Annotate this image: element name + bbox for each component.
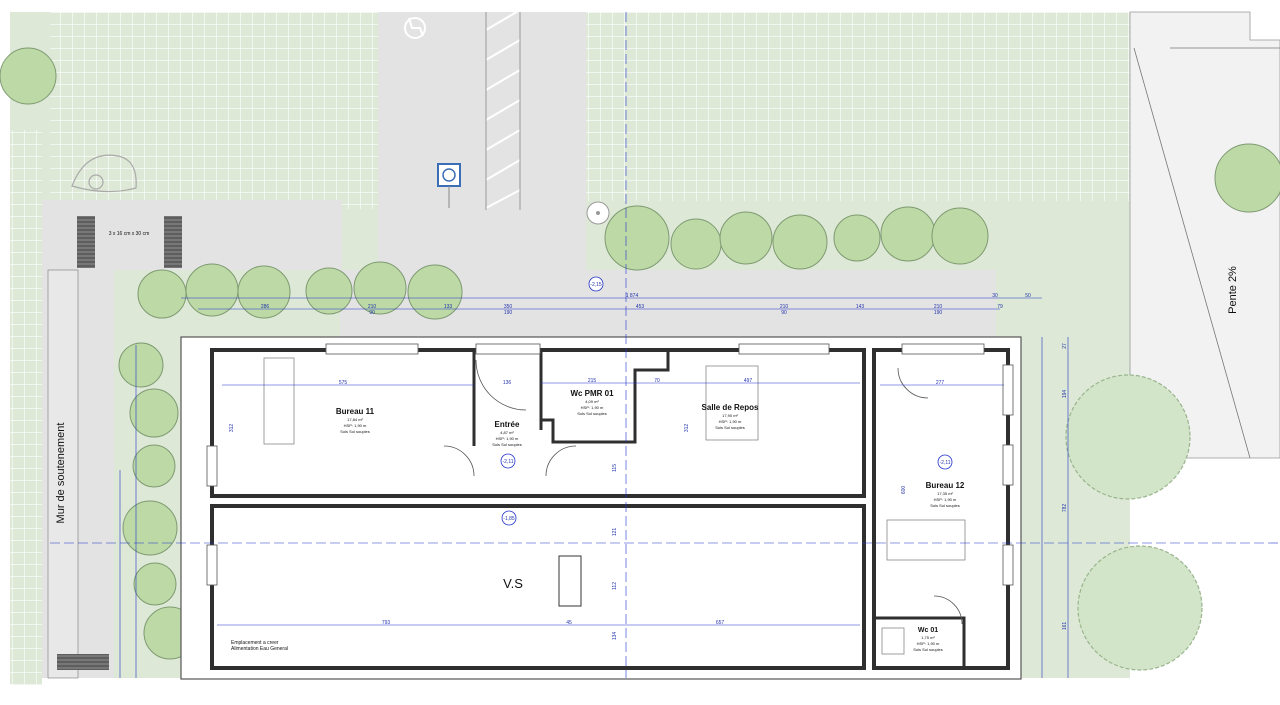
tree (931, 207, 989, 265)
drain-grate-label: 3 x 16 cm x 30 cm (109, 231, 150, 237)
dim-v-1: 312 (229, 424, 235, 433)
level-ext: -1,85 (503, 516, 515, 522)
room-entree-sol: Sols Sol souples (492, 442, 522, 447)
room-bureau12-name: Bureau 12 (926, 481, 965, 490)
dim-v-7: 600 (901, 486, 907, 495)
room-bureau11-sol: Sols Sol souples (340, 429, 370, 434)
room-wc01-sol: Sols Sol souples (913, 647, 943, 652)
tree (833, 214, 881, 262)
tree (137, 269, 187, 319)
dim-v-4: 112 (612, 582, 618, 590)
tree (1214, 143, 1280, 213)
room-wcpmr-name: Wc PMR 01 (570, 389, 614, 398)
dim-inner-b12: 277 (936, 380, 945, 386)
tree (129, 388, 179, 438)
dim-row2-9: 79 (997, 304, 1003, 310)
dim-v-8: 194 (1062, 390, 1068, 399)
tree (122, 500, 178, 556)
tree (719, 211, 773, 265)
dim-row2-1: 286 (261, 304, 270, 310)
room-bureau12-hsp: HSP: 1,90 m (934, 497, 957, 502)
tree (1065, 374, 1191, 500)
room-bureau12-sol: Sols Sol souples (930, 503, 960, 508)
room-repos-name: Salle de Repos (702, 403, 759, 412)
dim-inner-70: 70 (654, 378, 660, 384)
room-bureau12-area: 17,35 m² (937, 491, 953, 496)
dim-row3-1: 90 (369, 310, 375, 316)
dim-inner-rep: 497 (744, 378, 753, 384)
dim-v-2: 121 (612, 528, 618, 537)
room-wc01-name: Wc 01 (918, 627, 938, 634)
dim-row3-4: 190 (934, 310, 943, 316)
room-entree-area: 4,87 m² (500, 430, 514, 435)
tree (772, 214, 828, 270)
tree (185, 263, 239, 317)
tree (133, 562, 177, 606)
tree (407, 264, 463, 320)
tree (1077, 545, 1203, 671)
room-wcpmr-hsp: HSP: 1,90 m (581, 405, 604, 410)
tree (0, 47, 57, 105)
dim-row3-2: 190 (504, 310, 513, 316)
room-repos-hsp: HSP: 1,90 m (719, 419, 742, 424)
tree (604, 205, 670, 271)
dim-v-5: 134 (612, 632, 618, 641)
room-wc01-hsp: HSP: 1,90 m (917, 641, 940, 646)
dim-top-b: 50 (1025, 293, 1031, 299)
dim-v-9: 782 (1062, 504, 1068, 513)
room-bureau11-hsp: HSP: 1,90 m (344, 423, 367, 428)
room-bureau11-area: 17,84 m² (347, 417, 363, 422)
tree (237, 265, 291, 319)
dim-inner-wc: 215 (588, 378, 597, 384)
room-bureau11-name: Bureau 11 (336, 407, 375, 416)
dim-bottom-2: 45 (566, 620, 572, 626)
tree (305, 267, 353, 315)
dim-v-3: 115 (612, 464, 618, 472)
retaining-wall-label: Mur de soutenement (55, 423, 67, 524)
water-note-line2: Alimentation Eau General (231, 646, 288, 652)
dim-top-total: 1 874 (626, 293, 639, 299)
room-wcpmr-sol: Sols Sol souples (577, 411, 607, 416)
slope-label: Pente 2% (1227, 266, 1239, 314)
dim-bottom-3: 657 (716, 620, 725, 626)
tree (118, 342, 164, 388)
dim-inner-b11: 575 (339, 380, 348, 386)
bollard-icon (586, 201, 610, 225)
tree (880, 206, 936, 262)
room-entree-hsp: HSP: 1,90 m (496, 436, 519, 441)
dim-row2-3: 133 (444, 304, 453, 310)
room-wcpmr-area: 4,09 m² (585, 399, 599, 404)
tree (670, 218, 722, 270)
dim-row2-5: 453 (636, 304, 645, 310)
dim-v-11: 27 (1062, 343, 1068, 349)
room-entree-name: Entrée (495, 420, 520, 429)
dim-inner-ent: 136 (503, 380, 512, 386)
level-top: -2,15 (590, 282, 602, 288)
dim-bottom-1: 793 (382, 620, 391, 626)
dim-v-10: 161 (1062, 622, 1068, 631)
level-entree: -2,11 (502, 459, 513, 465)
level-b12: -2,11 (939, 460, 950, 466)
room-wc01-area: 1,75 m² (921, 635, 935, 640)
room-repos-area: 17,90 m² (722, 413, 738, 418)
dim-top-a: 30 (992, 293, 998, 299)
dim-v-6: 312 (684, 424, 690, 433)
room-vs-name: V.S (503, 576, 523, 591)
dim-row2-7: 143 (856, 304, 865, 310)
tree (353, 261, 407, 315)
dim-row3-3: 90 (781, 310, 787, 316)
room-repos-sol: Sols Sol souples (715, 425, 745, 430)
tree (132, 444, 176, 488)
floor-plan: 1 874 30 50 286 210 133 350 453 210 143 … (0, 0, 1280, 705)
